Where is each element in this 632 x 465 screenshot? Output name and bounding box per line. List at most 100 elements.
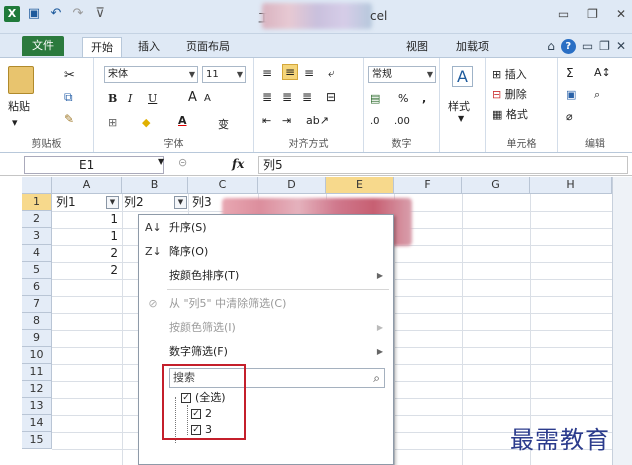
row-header-15[interactable]: 15 [22,432,52,449]
orientation-icon[interactable]: ab↗ [306,114,329,127]
increase-indent-icon[interactable]: ⇥ [282,114,291,127]
border-icon[interactable]: ⊞ [108,116,117,129]
tab-home[interactable]: 开始 [82,37,122,59]
help-icon[interactable]: ? [560,39,576,54]
row-header-7[interactable]: 7 [22,296,52,313]
paste-icon[interactable] [8,66,34,94]
filter-dropdown-a[interactable]: ▼ [106,196,119,209]
styles-icon[interactable]: A [452,66,473,87]
format-painter-icon[interactable]: ✎ [64,112,74,126]
align-bottom-icon[interactable]: ≡ [304,66,314,80]
currency-icon[interactable]: ▤ [370,92,380,105]
align-left-icon[interactable]: ≣ [262,90,272,104]
align-right-icon[interactable]: ≣ [302,90,312,104]
column-header-h[interactable]: H [530,177,612,194]
restore-icon[interactable]: ❐ [587,7,598,21]
phonetic-button[interactable]: 变 [218,116,229,132]
align-center-icon[interactable]: ≣ [282,90,292,104]
ribbon-close-icon[interactable]: ✕ [616,39,626,54]
column-header-g[interactable]: G [462,177,530,194]
sort-descending-item[interactable]: 降序(O) [169,243,208,261]
cell-a3[interactable]: 1 [52,228,122,245]
column-header-d[interactable]: D [258,177,326,194]
comma-button[interactable]: , [422,92,426,105]
shrink-font-button[interactable]: A [204,93,211,104]
format-cells-button[interactable]: ▦ 格式 [492,106,528,122]
insert-function-button[interactable]: fx [232,157,244,171]
row-header-8[interactable]: 8 [22,313,52,330]
column-header-b[interactable]: B [122,177,188,194]
increase-decimal-button[interactable]: .0 [370,116,380,127]
tab-file[interactable]: 文件 [22,36,64,56]
paste-dropdown-icon[interactable]: ▾ [12,116,18,129]
row-header-10[interactable]: 10 [22,347,52,364]
row-header-2[interactable]: 2 [22,211,52,228]
close-icon[interactable]: ✕ [616,7,626,21]
filter-by-color-item[interactable]: 按颜色筛选(I) [169,319,236,337]
merge-icon[interactable]: ⊟ [326,90,336,104]
select-all-corner[interactable] [22,177,52,194]
cell-a4[interactable]: 2 [52,245,122,262]
column-header-c[interactable]: C [188,177,258,194]
font-size-select[interactable]: 11 ▼ [202,66,246,83]
ribbon-min-icon[interactable]: ▭ [582,39,593,54]
bold-button[interactable]: B [108,92,117,105]
formula-cancel-icon[interactable]: ⊝ [178,156,187,169]
ribbon-restore-icon[interactable]: ❐ [599,39,610,54]
row-header-6[interactable]: 6 [22,279,52,296]
save-icon[interactable]: ▣ [26,6,42,22]
formula-input[interactable]: 列5 [258,156,628,174]
underline-button[interactable]: U [148,92,157,105]
tab-view[interactable]: 视图 [398,37,436,57]
cut-icon[interactable]: ✂ [64,68,75,83]
delete-cells-button[interactable]: ⊟ 删除 [492,86,527,102]
fill-icon[interactable]: ▣ [566,88,576,101]
column-header-e[interactable]: E [326,177,394,194]
filter-dropdown-b[interactable]: ▼ [174,196,187,209]
tab-addins[interactable]: 加载项 [448,37,497,57]
autosum-button[interactable]: Σ [566,66,574,80]
decrease-decimal-button[interactable]: .00 [394,116,410,127]
row-header-12[interactable]: 12 [22,381,52,398]
row-header-9[interactable]: 9 [22,330,52,347]
copy-icon[interactable]: ⧉ [64,90,73,105]
row-header-13[interactable]: 13 [22,398,52,415]
cell-a5[interactable]: 2 [52,262,122,279]
vertical-scrollbar[interactable] [612,177,632,465]
minimize-icon[interactable]: ▭ [558,7,569,21]
row-header-5[interactable]: 5 [22,262,52,279]
paste-button[interactable]: 粘贴 [8,98,30,114]
tab-insert[interactable]: 插入 [130,37,168,57]
grow-font-button[interactable]: A [188,90,197,105]
find-icon[interactable]: ⌕ [594,88,600,102]
clear-icon[interactable]: ⌀ [566,110,573,123]
number-filter-item[interactable]: 数字筛选(F) [169,343,228,361]
column-header-a[interactable]: A [52,177,122,194]
styles-dropdown-icon[interactable]: ▼ [458,114,464,123]
cell-a1[interactable]: 列1 [56,194,76,211]
collapse-ribbon-icon[interactable]: ⌂ [547,39,555,54]
align-top-icon[interactable]: ≡ [262,66,272,80]
decrease-indent-icon[interactable]: ⇤ [262,114,271,127]
sort-ascending-item[interactable]: 升序(S) [169,219,207,237]
fill-color-icon[interactable]: ◆ [142,116,150,129]
tab-page-layout[interactable]: 页面布局 [178,37,238,57]
row-header-4[interactable]: 4 [22,245,52,262]
name-box[interactable]: E1 [24,156,164,174]
redo-icon[interactable]: ↷ [70,6,86,22]
percent-button[interactable]: % [398,92,408,105]
cell-c1[interactable]: 列3 [192,194,212,211]
column-header-f[interactable]: F [394,177,462,194]
styles-button[interactable]: 样式 [448,98,470,114]
row-header-11[interactable]: 11 [22,364,52,381]
undo-icon[interactable]: ↶ [48,6,64,22]
customize-qat-icon[interactable]: ⊽ [92,6,108,22]
cell-a2[interactable]: 1 [52,211,122,228]
name-box-dropdown-icon[interactable]: ▼ [158,157,164,166]
italic-button[interactable]: I [128,92,132,105]
font-name-select[interactable]: 宋体 ▼ [104,66,198,83]
sort-filter-icon[interactable]: A↕ [594,66,611,79]
cell-b1[interactable]: 列2 [124,194,144,211]
sort-by-color-item[interactable]: 按颜色排序(T) [169,267,239,285]
wrap-text-icon[interactable]: ⤶ [328,66,335,81]
